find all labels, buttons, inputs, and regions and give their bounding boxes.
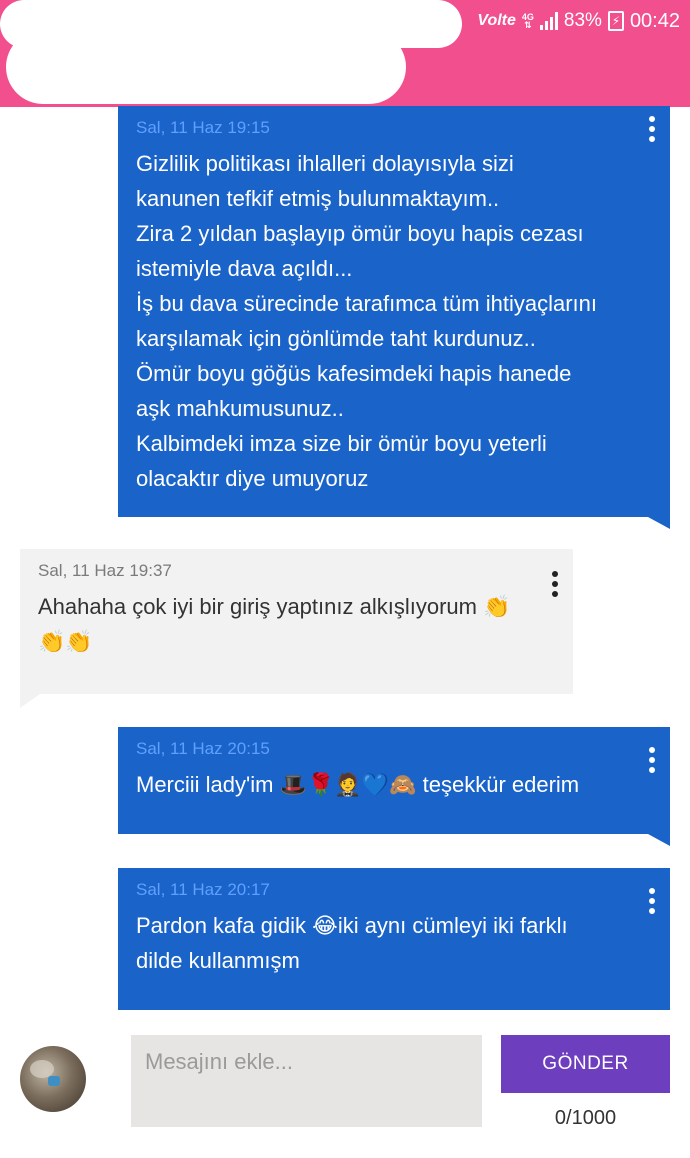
message-bubble-sent: Sal, 11 Haz 19:15 Gizlilik politikası ih… [118, 106, 670, 517]
message-bubble-received: Sal, 11 Haz 19:37 Ahahaha çok iyi bir gi… [20, 549, 573, 694]
message-timestamp: Sal, 11 Haz 19:37 [38, 561, 172, 580]
network-type-icon: 4G ⇅ [522, 13, 534, 30]
message-timestamp: Sal, 11 Haz 19:15 [136, 118, 270, 137]
redaction-mark [6, 30, 406, 104]
battery-percent: 83% [563, 10, 602, 31]
message-text: Ahahaha çok iyi bir giriş yaptınız alkış… [38, 594, 511, 654]
more-options-icon[interactable] [648, 116, 656, 142]
bubble-tail [648, 517, 670, 529]
more-options-icon[interactable] [648, 747, 656, 773]
message-timestamp: Sal, 11 Haz 20:17 [136, 880, 270, 899]
message-bubble-sent: Sal, 11 Haz 20:15 Merciii lady'im 🎩🌹🤵💙🙈 … [118, 727, 670, 834]
message-bubble-sent: Sal, 11 Haz 20:17 Pardon kafa gidik 😂iki… [118, 868, 670, 1010]
message-input[interactable] [131, 1035, 482, 1127]
more-options-icon[interactable] [551, 571, 559, 597]
avatar[interactable] [20, 1046, 86, 1112]
message-text: Pardon kafa gidik 😂iki aynı cümleyi iki … [136, 913, 568, 973]
message-text: Gizlilik politikası ihlalleri dolayısıyl… [136, 151, 597, 491]
character-counter: 0/1000 [554, 1107, 617, 1129]
data-arrows-icon: ⇅ [524, 20, 532, 30]
message-timestamp: Sal, 11 Haz 20:15 [136, 739, 270, 758]
bubble-tail [20, 694, 40, 708]
status-icons: Volte 4G ⇅ 83% ⚡ 00:42 [477, 6, 680, 36]
battery-charging-icon: ⚡ [607, 11, 624, 31]
bubble-tail [648, 834, 670, 846]
volte-indicator: Volte [477, 12, 516, 29]
clock: 00:42 [629, 9, 680, 32]
more-options-icon[interactable] [648, 888, 656, 914]
message-text: Merciii lady'im 🎩🌹🤵💙🙈 teşekkür ederim [136, 772, 580, 797]
signal-strength-icon [539, 12, 558, 30]
send-button[interactable]: GÖNDER [501, 1035, 670, 1093]
